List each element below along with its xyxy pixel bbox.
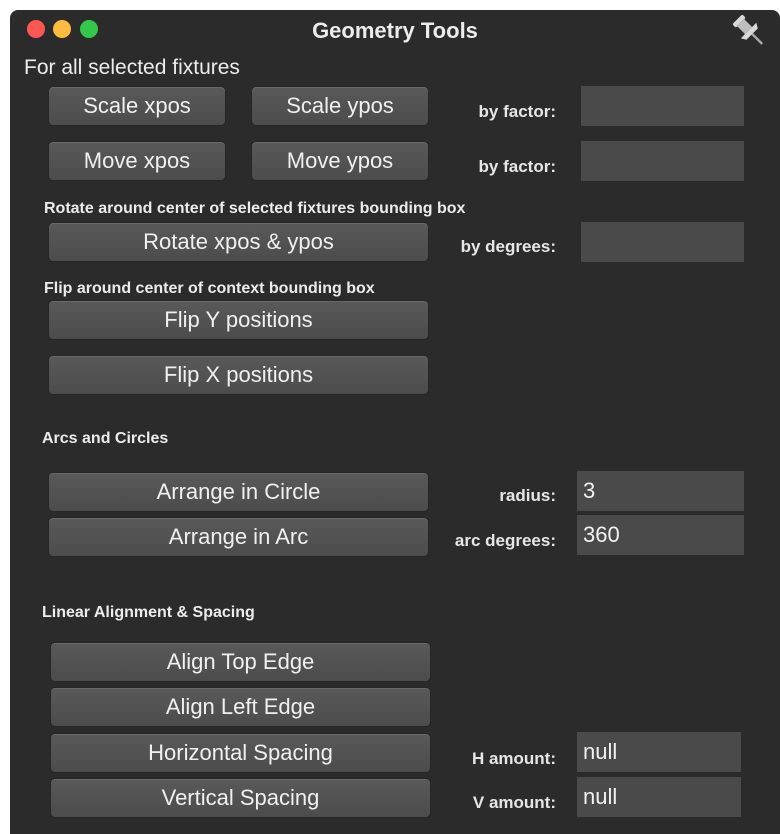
move-factor-field[interactable] (581, 141, 744, 181)
radius-field[interactable] (577, 471, 744, 511)
arcs-section-label: Arcs and Circles (42, 430, 169, 447)
rotate-degrees-label: by degrees: (460, 237, 556, 256)
heading-all-selected: For all selected fixtures (24, 56, 240, 79)
align-top-edge-button[interactable]: Align Top Edge (50, 642, 431, 682)
v-amount-field[interactable] (577, 777, 741, 817)
title-bar: Geometry Tools (10, 10, 780, 52)
flip-section-label: Flip around center of context bounding b… (44, 280, 375, 297)
flip-y-button[interactable]: Flip Y positions (48, 300, 429, 340)
h-amount-field[interactable] (577, 732, 741, 772)
scale-factor-label: by factor: (478, 102, 556, 121)
move-ypos-button[interactable]: Move ypos (251, 141, 429, 181)
linear-section-label: Linear Alignment & Spacing (42, 604, 255, 621)
arc-degrees-label: arc degrees: (454, 531, 556, 550)
arrange-arc-button[interactable]: Arrange in Arc (48, 517, 429, 557)
scale-ypos-button[interactable]: Scale ypos (251, 86, 429, 126)
geometry-tools-window: Geometry Tools For all selected fixtures… (10, 10, 780, 834)
v-amount-label: V amount: (472, 793, 556, 812)
vertical-spacing-button[interactable]: Vertical Spacing (50, 778, 431, 818)
move-xpos-button[interactable]: Move xpos (48, 141, 226, 181)
flip-x-button[interactable]: Flip X positions (48, 355, 429, 395)
h-amount-label: H amount: (471, 749, 556, 768)
move-factor-label: by factor: (478, 157, 556, 176)
rotate-degrees-field[interactable] (581, 222, 744, 262)
scale-factor-field[interactable] (581, 86, 744, 126)
rotate-section-label: Rotate around center of selected fixture… (44, 200, 466, 217)
pushpin-icon[interactable] (728, 10, 772, 54)
align-left-edge-button[interactable]: Align Left Edge (50, 687, 431, 727)
radius-label: radius: (499, 486, 556, 505)
horizontal-spacing-button[interactable]: Horizontal Spacing (50, 733, 431, 773)
arc-degrees-field[interactable] (577, 515, 744, 555)
scale-xpos-button[interactable]: Scale xpos (48, 86, 226, 126)
arrange-circle-button[interactable]: Arrange in Circle (48, 472, 429, 512)
window-title: Geometry Tools (312, 18, 478, 43)
rotate-button[interactable]: Rotate xpos & ypos (48, 222, 429, 262)
